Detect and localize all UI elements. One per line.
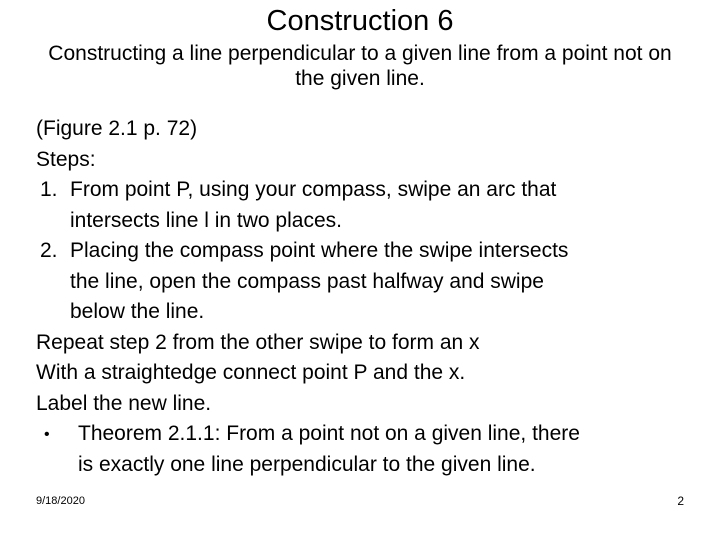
slide: Construction 6 Constructing a line perpe… xyxy=(0,0,720,540)
title-block: Construction 6 Constructing a line perpe… xyxy=(0,4,720,91)
closing-line: With a straightedge connect point P and … xyxy=(36,361,466,384)
list-item: 2. Placing the compass point where the s… xyxy=(36,236,684,328)
list-item-line: Placing the compass point where the swip… xyxy=(70,239,569,262)
list-item-line: intersects line l in two places. xyxy=(70,208,342,232)
page-title: Construction 6 xyxy=(266,5,454,37)
list-item-text: From point P, using your compass, swipe … xyxy=(70,175,684,236)
theorem-text: Theorem 2.1.1: From a point not on a giv… xyxy=(78,419,684,480)
footer-page-number: 2 xyxy=(677,494,684,508)
list-item-marker: 1. xyxy=(40,178,58,201)
theorem-bullet-item: • Theorem 2.1.1: From a point not on a g… xyxy=(36,419,684,480)
list-item-line: below the line. xyxy=(70,300,205,323)
list-item-line: From point P, using your compass, swipe … xyxy=(70,178,557,201)
footer-date: 9/18/2020 xyxy=(36,495,85,507)
list-item: 1. From point P, using your compass, swi… xyxy=(36,175,684,236)
slide-subtitle: Constructing a line perpendicular to a g… xyxy=(48,42,672,90)
theorem-line: Theorem 2.1.1: From a point not on a giv… xyxy=(78,422,580,445)
list-item-text: Placing the compass point where the swip… xyxy=(70,236,684,328)
list-item-marker: 2. xyxy=(40,239,58,262)
slide-body: (Figure 2.1 p. 72) Steps: 1. From point … xyxy=(36,114,684,480)
steps-label: Steps: xyxy=(36,147,96,171)
list-item-line: the line, open the compass past halfway … xyxy=(70,269,544,293)
theorem-line: is exactly one line perpendicular to the… xyxy=(78,452,536,476)
figure-reference: (Figure 2.1 p. 72) xyxy=(36,117,198,140)
slide-footer: 9/18/2020 2 xyxy=(36,494,684,512)
closing-line: Label the new line. xyxy=(36,391,212,415)
closing-line: Repeat step 2 from the other swipe to fo… xyxy=(36,330,480,354)
bullet-icon: • xyxy=(44,426,50,443)
